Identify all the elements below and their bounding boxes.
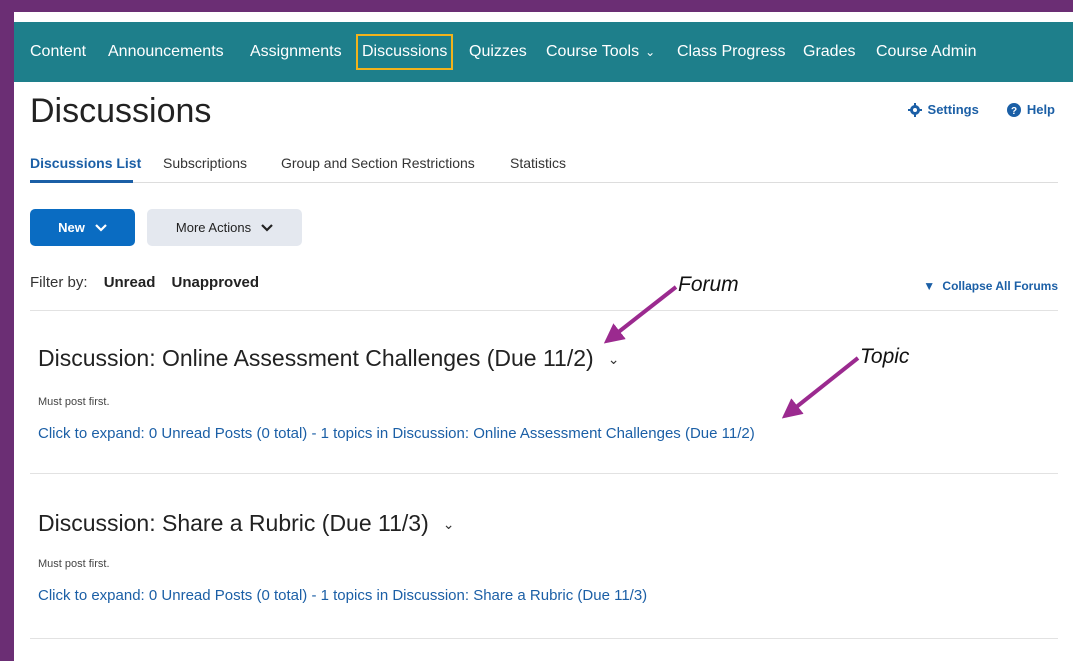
forum-title-text: Discussion: Online Assessment Challenges…	[38, 345, 594, 371]
course-navbar: Content Announcements Assignments Discus…	[14, 22, 1073, 82]
tab-group-section-restrictions[interactable]: Group and Section Restrictions	[281, 155, 475, 171]
forum-note: Must post first.	[38, 558, 110, 570]
tab-subscriptions[interactable]: Subscriptions	[163, 155, 247, 171]
gear-icon	[907, 102, 922, 117]
divider	[30, 310, 1058, 311]
collapse-all-forums[interactable]: ▼ Collapse All Forums	[923, 279, 1058, 293]
help-label: Help	[1026, 102, 1055, 117]
chevron-down-icon	[261, 223, 273, 232]
chevron-down-icon: ⌄	[645, 45, 656, 59]
nav-content[interactable]: Content	[30, 22, 86, 82]
forum-note: Must post first.	[38, 396, 110, 408]
filter-label: Filter by:	[30, 274, 88, 291]
new-button-label: New	[58, 220, 85, 235]
collapse-all-label: Collapse All Forums	[942, 279, 1058, 293]
page-title: Discussions	[30, 92, 212, 130]
forum-title[interactable]: Discussion: Share a Rubric (Due 11/3) ⌄	[38, 510, 454, 537]
nav-discussions[interactable]: Discussions	[355, 34, 454, 70]
forum-annotation: Forum	[678, 273, 739, 296]
tab-statistics[interactable]: Statistics	[510, 155, 566, 171]
filter-unapproved[interactable]: Unapproved	[172, 274, 260, 291]
settings-label: Settings	[927, 102, 979, 117]
nav-assignments[interactable]: Assignments	[250, 22, 342, 82]
help-button[interactable]: ? Help	[1006, 102, 1055, 117]
top-bar: Content Announcements Assignments Discus…	[14, 12, 1073, 92]
tab-discussions-list[interactable]: Discussions List	[30, 155, 141, 171]
new-button[interactable]: New	[30, 209, 135, 246]
help-icon: ?	[1006, 102, 1021, 117]
active-tab-indicator	[30, 180, 133, 183]
divider	[30, 473, 1058, 474]
more-actions-label: More Actions	[175, 220, 252, 235]
expand-forum-link[interactable]: Click to expand: 0 Unread Posts (0 total…	[38, 587, 647, 604]
forum-title-text: Discussion: Share a Rubric (Due 11/3)	[38, 510, 429, 536]
divider	[30, 638, 1058, 639]
filter-bar: Filter by: Unread Unapproved	[30, 274, 259, 291]
caret-down-icon: ▼	[923, 279, 936, 293]
topic-annotation: Topic	[860, 345, 910, 368]
nav-announcements[interactable]: Announcements	[108, 22, 224, 82]
nav-class-progress[interactable]: Class Progress	[677, 22, 785, 82]
forum-title[interactable]: Discussion: Online Assessment Challenges…	[38, 345, 619, 372]
nav-course-admin[interactable]: Course Admin	[876, 22, 977, 82]
more-actions-button[interactable]: More Actions	[147, 209, 302, 246]
tab-bar: Discussions List Subscriptions Group and…	[30, 152, 1058, 183]
chevron-down-icon	[95, 223, 107, 232]
nav-grades[interactable]: Grades	[803, 22, 855, 82]
nav-course-tools-label: Course Tools	[546, 43, 640, 60]
nav-course-tools[interactable]: Course Tools ⌄	[546, 22, 655, 82]
nav-quizzes[interactable]: Quizzes	[469, 22, 527, 82]
chevron-down-icon[interactable]: ⌄	[608, 351, 620, 367]
page-actions: Settings ? Help	[907, 102, 1055, 117]
filter-unread[interactable]: Unread	[104, 274, 156, 291]
expand-forum-link[interactable]: Click to expand: 0 Unread Posts (0 total…	[38, 425, 755, 442]
svg-text:?: ?	[1011, 106, 1017, 117]
chevron-down-icon[interactable]: ⌄	[443, 516, 455, 532]
settings-button[interactable]: Settings	[907, 102, 979, 117]
